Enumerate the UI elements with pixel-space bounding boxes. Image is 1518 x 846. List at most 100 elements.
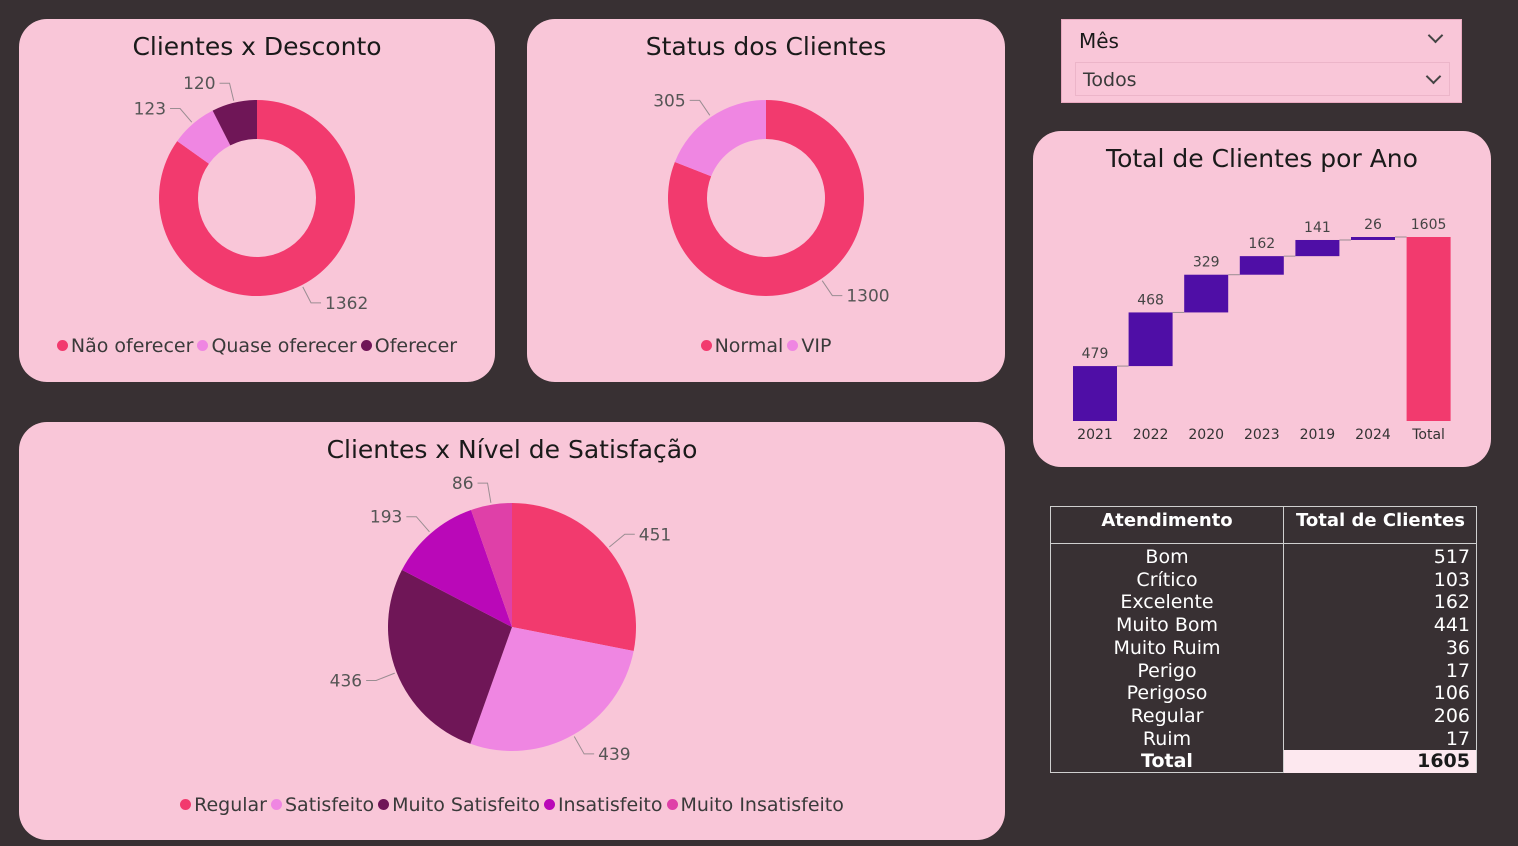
leader-line [477, 482, 492, 503]
ano-card: Total de Clientes por Ano 479 2021 468 2022… [1033, 131, 1491, 467]
legend-item-vip[interactable]: VIP [787, 335, 831, 357]
month-filter[interactable]: Mês Todos [1061, 19, 1462, 103]
data-label-2023: 162 [1248, 236, 1275, 252]
legend-item-muito-satisfeito[interactable]: Muito Satisfeito [378, 794, 540, 816]
legend-dot-icon [180, 799, 192, 810]
leader-line [219, 82, 235, 101]
bar-2024[interactable] [1351, 237, 1395, 240]
slice-regular[interactable] [512, 503, 637, 651]
tick-label-2020: 2020 [1188, 427, 1224, 443]
table-cell-total: 106 [1433, 682, 1470, 705]
table-row: Perigo 17 [1051, 660, 1476, 683]
data-label-2021: 479 [1082, 346, 1109, 362]
table-cell-atendimento: Crítico [1136, 568, 1198, 591]
table-row: Excelente 162 [1051, 591, 1476, 614]
data-label-quase-oferecer: 123 [134, 100, 166, 120]
legend-dot-icon [271, 799, 282, 810]
legend-item-nao-oferecer[interactable]: Não oferecer [56, 335, 193, 357]
legend-dot-icon [543, 799, 555, 810]
table-cell-atendimento: Muito Ruim [1113, 636, 1221, 659]
leader-line [821, 280, 843, 297]
leader-line [170, 108, 193, 123]
tick-label-2023: 2023 [1244, 427, 1280, 443]
month-select-value: Todos [1083, 69, 1137, 91]
table-cell-atendimento: Ruim [1142, 727, 1192, 750]
data-label-normal: 1300 [846, 287, 889, 307]
bar-2019[interactable] [1295, 239, 1340, 257]
data-label-nao-oferecer: 1362 [325, 294, 368, 314]
legend-item-quase-oferecer[interactable]: Quase oferecer [197, 335, 357, 357]
bar-2023[interactable] [1239, 256, 1284, 275]
data-label-vip: 305 [653, 91, 685, 111]
data-label-muito-satisfeito: 436 [330, 671, 362, 691]
table-row: Perigoso 106 [1051, 682, 1476, 705]
data-label-2020: 329 [1193, 255, 1220, 271]
legend-label: Muito Satisfeito [392, 794, 540, 816]
satisfacao-legend: Regular Satisfeito Muito Satisfeito Insatis… [19, 794, 1005, 816]
table-cell-total: 17 [1445, 659, 1470, 682]
data-label-2019: 141 [1304, 220, 1331, 236]
data-label-2024: 26 [1364, 217, 1382, 233]
legend-item-normal[interactable]: Normal [700, 335, 784, 357]
table-row: Bom 517 [1051, 546, 1476, 569]
table-cell-atendimento: Muito Bom [1116, 614, 1218, 637]
table-row: Regular 206 [1051, 705, 1476, 728]
data-label-satisfeito: 439 [598, 745, 630, 765]
table-cell-total: 36 [1445, 636, 1470, 659]
legend-item-regular[interactable]: Regular [180, 794, 267, 816]
legend-dot-icon [360, 340, 372, 351]
table-cell-total: 441 [1433, 614, 1470, 637]
legend-dot-icon [56, 340, 68, 351]
chevron-down-icon[interactable] [1425, 68, 1442, 85]
leader-line [609, 533, 635, 548]
legend-item-satisfeito[interactable]: Satisfeito [271, 794, 374, 816]
ano-chart: 479 2021 468 2022 329 2020 162 2023 141 2019 26 202… [1073, 217, 1451, 443]
table-row: Muito Ruim 36 [1051, 637, 1476, 660]
satisfacao-chart: 451 439 436 193 86 [330, 474, 672, 765]
bar-2021[interactable] [1073, 366, 1117, 421]
table-cell-total: 162 [1433, 591, 1470, 614]
status-chart: 1300 305 [653, 91, 889, 307]
legend-dot-icon [700, 340, 712, 351]
table-cell-atendimento: Perigo [1137, 659, 1197, 682]
table-total-label: Total [1141, 750, 1193, 772]
legend-dot-icon [787, 340, 799, 351]
month-filter-label: Mês [1079, 29, 1119, 53]
table-header-atendimento: Atendimento [1101, 510, 1233, 531]
chevron-down-icon[interactable] [1427, 27, 1444, 44]
bar-2022[interactable] [1128, 312, 1173, 367]
status-legend: Normal VIP [527, 335, 1005, 357]
table-cell-total: 517 [1433, 546, 1470, 568]
tick-label-2024: 2024 [1355, 427, 1391, 443]
legend-dot-icon [666, 799, 678, 810]
data-label-muito-insatisfeito: 86 [452, 474, 474, 494]
table-row: Muito Bom 441 [1051, 614, 1476, 637]
bar-total[interactable] [1406, 237, 1451, 421]
table-cell-total: 17 [1445, 727, 1470, 750]
slice-vip[interactable] [674, 100, 766, 177]
data-label-total: 1605 [1411, 217, 1447, 233]
leader-line [302, 286, 322, 304]
data-label-regular: 451 [639, 525, 671, 545]
desconto-card: Clientes x Desconto 1362 123 120 Não ofere… [19, 19, 495, 382]
leader-line [406, 516, 430, 533]
table-cell-atendimento: Regular [1130, 704, 1204, 727]
tick-label-2022: 2022 [1133, 427, 1169, 443]
legend-label: Quase oferecer [211, 335, 357, 357]
month-select[interactable]: Todos [1075, 62, 1450, 96]
legend-item-oferecer[interactable]: Oferecer [360, 335, 458, 357]
legend-label: Insatisfeito [557, 794, 663, 816]
legend-item-muito-insatisfeito[interactable]: Muito Insatisfeito [666, 794, 844, 816]
atendimento-table: Atendimento Total de Clientes Bom 517 Crít… [1050, 506, 1477, 773]
legend-label: Normal [714, 335, 784, 357]
table-cell-atendimento: Excelente [1120, 591, 1214, 614]
table-total-row: Total 1605 [1051, 750, 1476, 773]
legend-label: Oferecer [374, 335, 458, 357]
legend-item-insatisfeito[interactable]: Insatisfeito [543, 794, 663, 816]
bar-2020[interactable] [1184, 274, 1229, 313]
table-cell-atendimento: Perigoso [1126, 682, 1208, 705]
table-cell-total: 206 [1433, 704, 1470, 727]
legend-label: Regular [194, 794, 267, 816]
table-total-value: 1605 [1417, 750, 1470, 772]
legend-dot-icon [197, 340, 209, 351]
